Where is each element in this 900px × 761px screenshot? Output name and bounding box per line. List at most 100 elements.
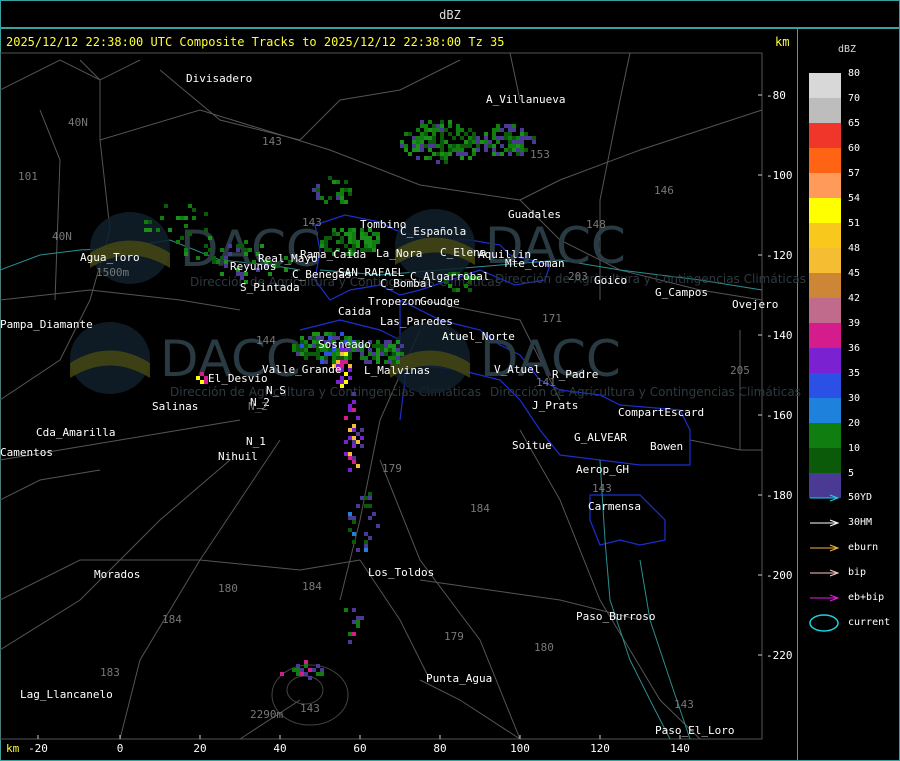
place-label: CompartEscard (618, 406, 704, 419)
place-label: Cda_Amarilla (36, 426, 115, 439)
place-label: S_Pintada (240, 281, 300, 294)
legend-swatch-36 (809, 348, 841, 373)
place-label: N_S (266, 384, 286, 397)
place-label: Pampa_Diamante (0, 318, 93, 331)
place-label: Valle_Grande (262, 363, 341, 376)
route-label: 143 (300, 702, 320, 715)
route-label: 143 (262, 135, 282, 148)
composite-time-headline: 2025/12/12 22:38:00 UTC Composite Tracks… (6, 35, 505, 49)
route-label: 184 (162, 613, 182, 626)
legend-label: 54 (848, 193, 861, 204)
place-label: C_Benegas (292, 268, 352, 281)
place-label: Los_Toldos (368, 566, 434, 579)
y-tick-label: -200 (766, 569, 793, 582)
legend-label: 5 (848, 468, 855, 479)
x-tick-label: 100 (510, 742, 530, 755)
route-label: 143 (674, 698, 694, 711)
track-legend-label: eb+bip (848, 592, 885, 603)
route-label: 144 (256, 334, 276, 347)
legend-swatch-70 (809, 98, 841, 123)
place-labels: DivisaderoA_VillanuevaGuadalesTombinoC_E… (0, 72, 778, 737)
place-label: Lag_Llancanelo (20, 688, 113, 701)
legend-swatch-48 (809, 248, 841, 273)
legend-title: dBZ (838, 44, 857, 55)
y-tick-label: -100 (766, 169, 793, 182)
place-label: Tropezon (368, 295, 421, 308)
legend-label: 42 (848, 293, 861, 304)
place-label: Paso_Burroso (576, 610, 655, 623)
place-label: L_Malvinas (364, 364, 430, 377)
place-label: Atuel_Norte (442, 330, 515, 343)
route-label: N_2 (248, 400, 268, 413)
place-label: Bowen (650, 440, 683, 453)
legend-label: 36 (848, 343, 861, 354)
km-unit-label-bottom: km (6, 742, 20, 755)
legend-swatch-54 (809, 198, 841, 223)
route-label: 146 (654, 184, 674, 197)
radar-map[interactable]: DACCDirección de Agricultura y Contingen… (0, 0, 900, 761)
place-label: C_Española (400, 225, 466, 238)
route-label: 171 (542, 312, 562, 325)
route-label: 148 (586, 218, 606, 231)
legend-swatch-5 (809, 473, 841, 498)
legend-label: 20 (848, 418, 861, 429)
legend-swatch-51 (809, 223, 841, 248)
legend-swatch-35 (809, 373, 841, 398)
y-tick-label: -120 (766, 249, 793, 262)
legend-label: 51 (848, 218, 861, 229)
y-tick-label: -220 (766, 649, 793, 662)
track-legend-label: 30HM (848, 517, 873, 528)
place-label: Divisadero (186, 72, 252, 85)
place-label: Punta_Agua (426, 672, 492, 685)
place-label: G_Campos (655, 286, 708, 299)
legend-swatch-65 (809, 123, 841, 148)
x-tick-label: 20 (193, 742, 206, 755)
route-label: 1500m (96, 266, 129, 279)
place-label: Goudge (420, 295, 460, 308)
x-tick-label: 140 (670, 742, 690, 755)
route-label: 143 (592, 482, 612, 495)
place-label: A_Villanueva (486, 93, 565, 106)
place-label: N_1 (246, 435, 266, 448)
legend-swatch-42 (809, 298, 841, 323)
route-label: 2290m (250, 708, 283, 721)
route-label: 40N (52, 230, 72, 243)
x-tick-label: 0 (117, 742, 124, 755)
legend-label: 48 (848, 243, 861, 254)
radar-echoes (144, 120, 536, 680)
place-label: Morados (94, 568, 140, 581)
place-label: Agua_Toro (80, 251, 140, 264)
y-tick-label: -140 (766, 329, 793, 342)
place-label: Las_Paredes (380, 315, 453, 328)
km-unit-label: km (775, 35, 790, 49)
place-label: Goico (594, 274, 627, 287)
place-label: Carmensa (588, 500, 641, 513)
x-tick-label: -20 (28, 742, 48, 755)
legend-label: 45 (848, 268, 861, 279)
place-label: Camentos (0, 446, 53, 459)
route-label: 203 (568, 270, 588, 283)
legend-swatch-60 (809, 148, 841, 173)
y-tick-label: -80 (766, 89, 786, 102)
legend-label: 65 (848, 118, 861, 129)
place-label: Salinas (152, 400, 198, 413)
y-tick-label: -160 (766, 409, 793, 422)
place-label: C_Bombal (380, 277, 433, 290)
route-label: 184 (470, 502, 490, 515)
route-label: 180 (218, 582, 238, 595)
route-label: 183 (100, 666, 120, 679)
place-label: R_Padre (552, 368, 598, 381)
place-label: Caida (338, 305, 371, 318)
place-label: La_Nora (376, 247, 422, 260)
legend-swatch-20 (809, 423, 841, 448)
x-tick-label: 60 (353, 742, 366, 755)
route-label: 184 (302, 580, 322, 593)
route-label: 153 (530, 148, 550, 161)
place-label: G_ALVEAR (574, 431, 627, 444)
place-label: Sosneado (318, 338, 371, 351)
place-label: Paso_El_Loro (655, 724, 734, 737)
place-label: Soitue (512, 439, 552, 452)
watermark-subtitle: Dirección de Agricultura y Contingencias… (495, 272, 806, 286)
route-label: 141 (536, 376, 556, 389)
track-legend-label: bip (848, 567, 867, 578)
